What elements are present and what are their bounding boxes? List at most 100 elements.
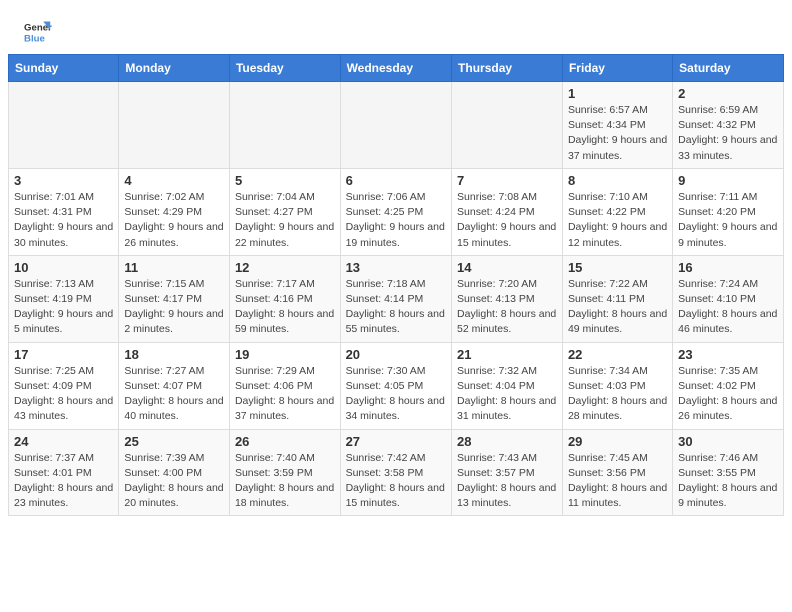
day-info: Sunrise: 7:39 AM Sunset: 4:00 PM Dayligh… [124, 451, 224, 512]
day-info: Sunrise: 7:20 AM Sunset: 4:13 PM Dayligh… [457, 277, 557, 338]
day-number: 11 [124, 260, 224, 275]
calendar-cell: 3 Sunrise: 7:01 AM Sunset: 4:31 PM Daylig… [9, 168, 119, 255]
calendar-cell: 11 Sunrise: 7:15 AM Sunset: 4:17 PM Dayli… [119, 255, 230, 342]
day-number: 19 [235, 347, 335, 362]
column-header-thursday: Thursday [452, 55, 563, 82]
day-info: Sunrise: 7:02 AM Sunset: 4:29 PM Dayligh… [124, 190, 224, 251]
day-number: 17 [14, 347, 113, 362]
calendar-cell: 1 Sunrise: 6:57 AM Sunset: 4:34 PM Daylig… [562, 82, 672, 169]
day-number: 29 [568, 434, 667, 449]
logo: General Blue [24, 18, 52, 46]
day-info: Sunrise: 7:24 AM Sunset: 4:10 PM Dayligh… [678, 277, 778, 338]
calendar-cell [229, 82, 340, 169]
day-info: Sunrise: 7:42 AM Sunset: 3:58 PM Dayligh… [346, 451, 446, 512]
calendar-cell: 26Sunrise: 7:40 AM Sunset: 3:59 PM Dayli… [229, 429, 340, 516]
day-number: 5 [235, 173, 335, 188]
logo-icon: General Blue [24, 18, 52, 46]
day-number: 8 [568, 173, 667, 188]
day-info: Sunrise: 6:57 AM Sunset: 4:34 PM Dayligh… [568, 103, 667, 164]
day-info: Sunrise: 7:46 AM Sunset: 3:55 PM Dayligh… [678, 451, 778, 512]
calendar-table: SundayMondayTuesdayWednesdayThursdayFrid… [8, 54, 784, 516]
calendar-cell: 12Sunrise: 7:17 AM Sunset: 4:16 PM Dayli… [229, 255, 340, 342]
calendar-cell: 19 Sunrise: 7:29 AM Sunset: 4:06 PM Dayli… [229, 342, 340, 429]
day-number: 24 [14, 434, 113, 449]
calendar-cell [340, 82, 451, 169]
day-info: Sunrise: 7:25 AM Sunset: 4:09 PM Dayligh… [14, 364, 113, 425]
calendar-cell: 16Sunrise: 7:24 AM Sunset: 4:10 PM Dayli… [673, 255, 784, 342]
day-info: Sunrise: 7:32 AM Sunset: 4:04 PM Dayligh… [457, 364, 557, 425]
calendar-cell: 14 Sunrise: 7:20 AM Sunset: 4:13 PM Dayli… [452, 255, 563, 342]
day-info: Sunrise: 7:43 AM Sunset: 3:57 PM Dayligh… [457, 451, 557, 512]
calendar-cell: 21 Sunrise: 7:32 AM Sunset: 4:04 PM Dayli… [452, 342, 563, 429]
day-number: 6 [346, 173, 446, 188]
day-info: Sunrise: 7:15 AM Sunset: 4:17 PM Dayligh… [124, 277, 224, 338]
calendar-header-row: SundayMondayTuesdayWednesdayThursdayFrid… [9, 55, 784, 82]
day-info: Sunrise: 7:13 AM Sunset: 4:19 PM Dayligh… [14, 277, 113, 338]
calendar-cell: 7 Sunrise: 7:08 AM Sunset: 4:24 PM Daylig… [452, 168, 563, 255]
calendar-cell: 24 Sunrise: 7:37 AM Sunset: 4:01 PM Dayli… [9, 429, 119, 516]
week-row-5: 24 Sunrise: 7:37 AM Sunset: 4:01 PM Dayli… [9, 429, 784, 516]
day-number: 28 [457, 434, 557, 449]
column-header-sunday: Sunday [9, 55, 119, 82]
week-row-3: 10 Sunrise: 7:13 AM Sunset: 4:19 PM Dayli… [9, 255, 784, 342]
calendar-cell: 29 Sunrise: 7:45 AM Sunset: 3:56 PM Dayli… [562, 429, 672, 516]
week-row-4: 17 Sunrise: 7:25 AM Sunset: 4:09 PM Dayli… [9, 342, 784, 429]
calendar-cell [119, 82, 230, 169]
day-number: 26 [235, 434, 335, 449]
day-number: 13 [346, 260, 446, 275]
day-number: 3 [14, 173, 113, 188]
day-number: 1 [568, 86, 667, 101]
calendar-cell: 22 Sunrise: 7:34 AM Sunset: 4:03 PM Dayli… [562, 342, 672, 429]
day-info: Sunrise: 7:27 AM Sunset: 4:07 PM Dayligh… [124, 364, 224, 425]
day-info: Sunrise: 7:30 AM Sunset: 4:05 PM Dayligh… [346, 364, 446, 425]
day-info: Sunrise: 6:59 AM Sunset: 4:32 PM Dayligh… [678, 103, 778, 164]
day-info: Sunrise: 7:34 AM Sunset: 4:03 PM Dayligh… [568, 364, 667, 425]
day-info: Sunrise: 7:29 AM Sunset: 4:06 PM Dayligh… [235, 364, 335, 425]
calendar-cell: 6 Sunrise: 7:06 AM Sunset: 4:25 PM Daylig… [340, 168, 451, 255]
day-number: 22 [568, 347, 667, 362]
day-number: 23 [678, 347, 778, 362]
column-header-saturday: Saturday [673, 55, 784, 82]
day-number: 2 [678, 86, 778, 101]
calendar-cell: 9 Sunrise: 7:11 AM Sunset: 4:20 PM Daylig… [673, 168, 784, 255]
day-number: 30 [678, 434, 778, 449]
calendar-cell: 30 Sunrise: 7:46 AM Sunset: 3:55 PM Dayli… [673, 429, 784, 516]
day-number: 10 [14, 260, 113, 275]
day-info: Sunrise: 7:06 AM Sunset: 4:25 PM Dayligh… [346, 190, 446, 251]
calendar-cell: 23 Sunrise: 7:35 AM Sunset: 4:02 PM Dayli… [673, 342, 784, 429]
day-info: Sunrise: 7:01 AM Sunset: 4:31 PM Dayligh… [14, 190, 113, 251]
day-number: 25 [124, 434, 224, 449]
day-number: 14 [457, 260, 557, 275]
day-info: Sunrise: 7:08 AM Sunset: 4:24 PM Dayligh… [457, 190, 557, 251]
calendar-cell: 17 Sunrise: 7:25 AM Sunset: 4:09 PM Dayli… [9, 342, 119, 429]
day-number: 12 [235, 260, 335, 275]
calendar-cell [9, 82, 119, 169]
calendar-cell: 28 Sunrise: 7:43 AM Sunset: 3:57 PM Dayli… [452, 429, 563, 516]
column-header-monday: Monday [119, 55, 230, 82]
column-header-tuesday: Tuesday [229, 55, 340, 82]
day-info: Sunrise: 7:37 AM Sunset: 4:01 PM Dayligh… [14, 451, 113, 512]
calendar-cell: 2 Sunrise: 6:59 AM Sunset: 4:32 PM Daylig… [673, 82, 784, 169]
day-info: Sunrise: 7:11 AM Sunset: 4:20 PM Dayligh… [678, 190, 778, 251]
page-header: General Blue [0, 0, 792, 54]
day-info: Sunrise: 7:22 AM Sunset: 4:11 PM Dayligh… [568, 277, 667, 338]
day-number: 7 [457, 173, 557, 188]
day-number: 21 [457, 347, 557, 362]
day-number: 20 [346, 347, 446, 362]
calendar-cell: 5 Sunrise: 7:04 AM Sunset: 4:27 PM Daylig… [229, 168, 340, 255]
day-info: Sunrise: 7:45 AM Sunset: 3:56 PM Dayligh… [568, 451, 667, 512]
svg-text:Blue: Blue [24, 34, 45, 45]
calendar-wrapper: SundayMondayTuesdayWednesdayThursdayFrid… [0, 54, 792, 524]
day-number: 27 [346, 434, 446, 449]
day-number: 15 [568, 260, 667, 275]
day-info: Sunrise: 7:04 AM Sunset: 4:27 PM Dayligh… [235, 190, 335, 251]
day-number: 18 [124, 347, 224, 362]
day-info: Sunrise: 7:18 AM Sunset: 4:14 PM Dayligh… [346, 277, 446, 338]
column-header-friday: Friday [562, 55, 672, 82]
day-number: 4 [124, 173, 224, 188]
day-info: Sunrise: 7:35 AM Sunset: 4:02 PM Dayligh… [678, 364, 778, 425]
day-number: 9 [678, 173, 778, 188]
calendar-cell: 8 Sunrise: 7:10 AM Sunset: 4:22 PM Daylig… [562, 168, 672, 255]
day-info: Sunrise: 7:10 AM Sunset: 4:22 PM Dayligh… [568, 190, 667, 251]
calendar-cell: 20 Sunrise: 7:30 AM Sunset: 4:05 PM Dayli… [340, 342, 451, 429]
